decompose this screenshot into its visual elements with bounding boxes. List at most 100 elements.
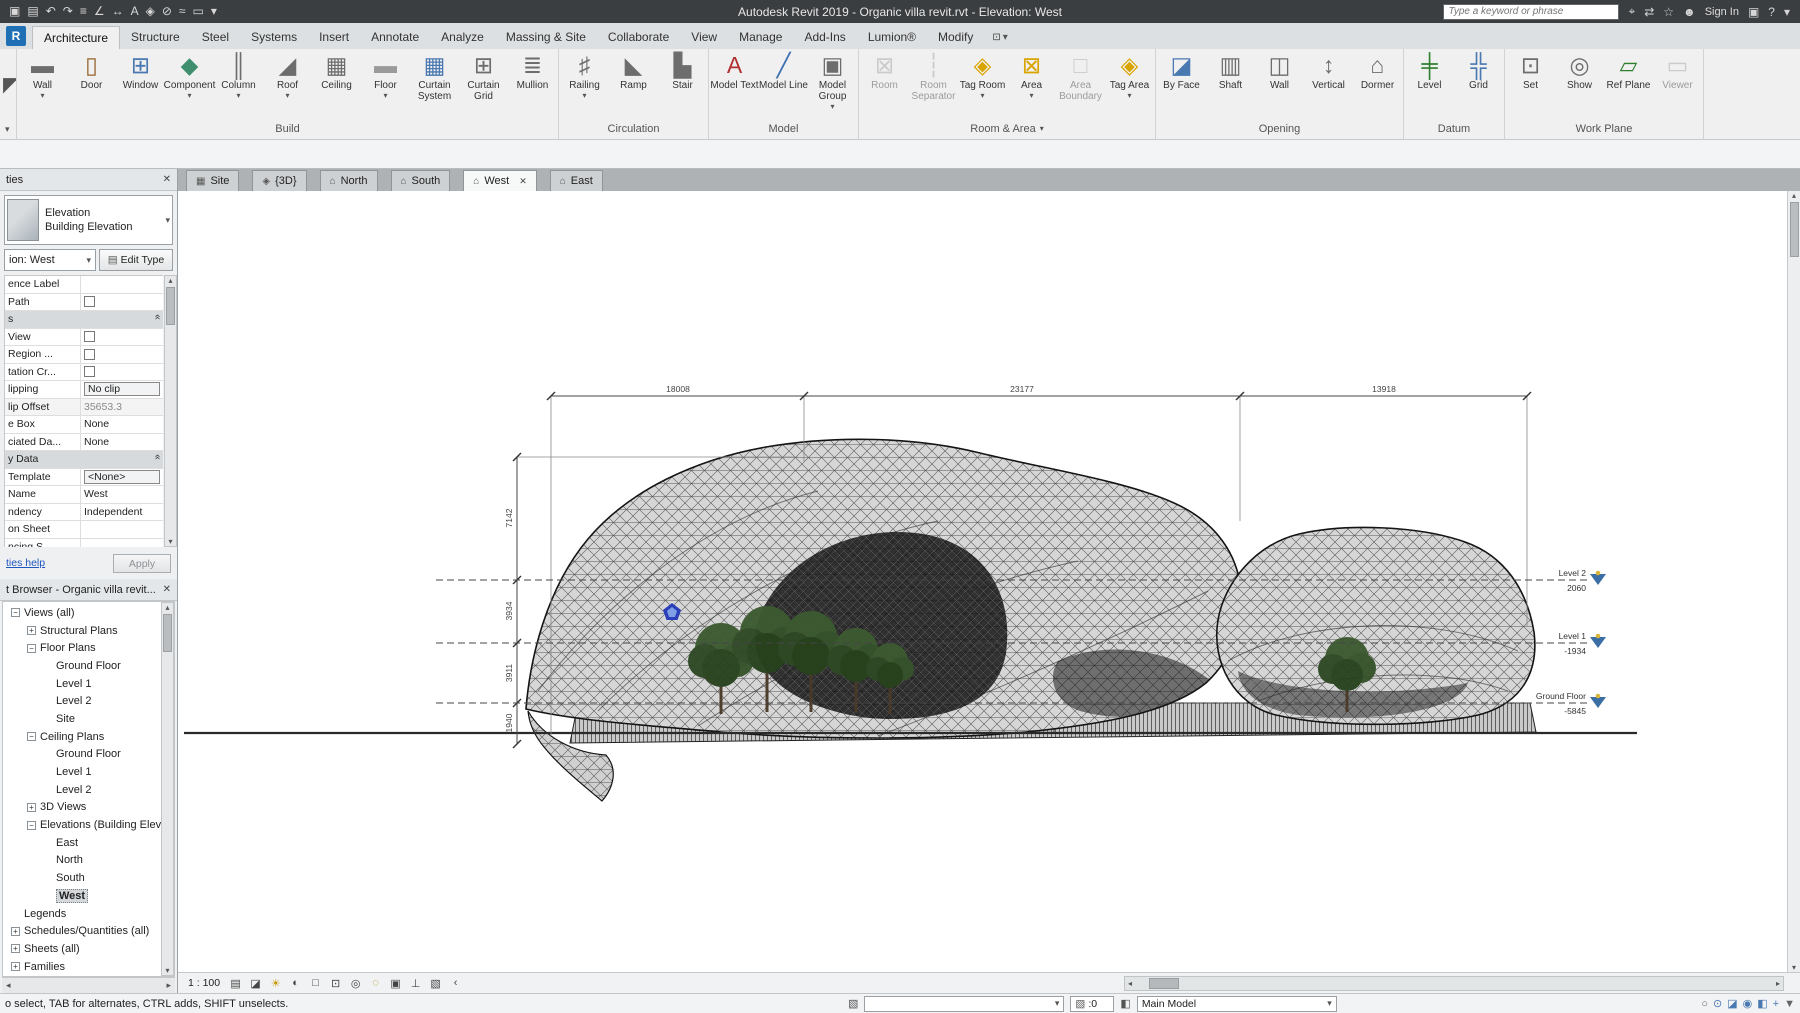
temporary-hide-isolate-icon[interactable]: ◎ bbox=[347, 975, 364, 991]
thin-lines-icon[interactable]: ≈ bbox=[179, 0, 186, 23]
model-group-button[interactable]: ▣ Model Group ▾ bbox=[808, 49, 857, 119]
active-workset-select[interactable]: ▾ bbox=[864, 995, 1065, 1012]
panel-label-opening[interactable]: Opening bbox=[1157, 119, 1402, 139]
scroll-right-icon[interactable]: ▸ bbox=[166, 980, 171, 991]
close-icon[interactable]: ✕ bbox=[519, 176, 527, 187]
exchange-apps-icon[interactable]: ▣ bbox=[1748, 5, 1759, 19]
level-elevation[interactable]: -5845 bbox=[1564, 706, 1586, 716]
dimension-text[interactable]: 3911 bbox=[504, 664, 514, 683]
level-button[interactable]: ╪ Level bbox=[1405, 49, 1454, 119]
tree-item-3d-views[interactable]: +3D Views bbox=[3, 799, 160, 817]
tree-item-east[interactable]: East bbox=[3, 834, 160, 852]
tag-area-button[interactable]: ◈ Tag Area ▾ bbox=[1105, 49, 1154, 119]
vertical-button[interactable]: ↕ Vertical bbox=[1304, 49, 1353, 119]
show-crop-region-icon[interactable]: ⊡ bbox=[327, 975, 344, 991]
ribbon-tab-massing-site[interactable]: Massing & Site bbox=[495, 26, 597, 49]
ribbon-tab-architecture[interactable]: Architecture bbox=[32, 26, 121, 49]
favorites-icon[interactable]: ☆ bbox=[1663, 5, 1674, 19]
select-by-face-icon[interactable]: ◧ bbox=[1757, 997, 1767, 1010]
drag-select-icon[interactable]: + bbox=[1773, 998, 1779, 1010]
tree-item-elevations-building-elevation[interactable]: − Elevations (Building Elevation bbox=[3, 816, 174, 834]
canvas-hscrollbar[interactable]: ◂ ▸ bbox=[1124, 975, 1784, 991]
scroll-down-icon[interactable]: ▾ bbox=[1792, 963, 1796, 972]
ribbon-tab-steel[interactable]: Steel bbox=[191, 26, 240, 49]
scrollbar-thumb[interactable] bbox=[163, 614, 172, 652]
drawing-canvas[interactable]: 18008 23177 13918 7142 3934 3911 1940 Le… bbox=[178, 191, 1800, 972]
close-icon[interactable]: ✕ bbox=[159, 584, 171, 595]
tree-item-families[interactable]: + Families bbox=[3, 958, 160, 976]
tree-item-legends[interactable]: Legends bbox=[3, 905, 160, 923]
panel-label-room-area[interactable]: Room & Area ▾ bbox=[860, 119, 1154, 139]
tree-item-ground-floor[interactable]: Ground Floor bbox=[3, 746, 160, 764]
tree-item-structural-plans[interactable]: + Structural Plans bbox=[3, 622, 160, 640]
area-button[interactable]: ⊠ Area ▾ bbox=[1007, 49, 1056, 119]
view-tab-north[interactable]: ⌂ North bbox=[319, 170, 378, 191]
scroll-left-icon[interactable]: ◂ bbox=[1125, 979, 1135, 988]
sign-in-label[interactable]: Sign In bbox=[1705, 6, 1739, 18]
temporary-view-properties-icon[interactable]: ▣ bbox=[387, 975, 404, 991]
tree-item-west[interactable]: West bbox=[3, 887, 160, 905]
panel-label-build[interactable]: Build bbox=[18, 119, 557, 139]
expand-minus-icon[interactable]: − bbox=[11, 608, 20, 618]
collapse-icon[interactable]: ‹ bbox=[447, 975, 464, 991]
modify-panel-sliver[interactable]: ◤ ▾ bbox=[0, 49, 17, 139]
help-search-box[interactable] bbox=[1443, 3, 1620, 20]
expand-plus-icon[interactable]: + bbox=[11, 944, 20, 954]
ribbon-tab-view[interactable]: View bbox=[680, 26, 728, 49]
text-icon[interactable]: A bbox=[131, 0, 139, 23]
scroll-left-icon[interactable]: ◂ bbox=[6, 980, 11, 991]
building-mesh-right[interactable] bbox=[1215, 526, 1536, 726]
curtain-grid-button[interactable]: ⊞ Curtain Grid bbox=[459, 49, 508, 119]
expand-plus-icon[interactable]: + bbox=[11, 926, 20, 936]
visual-style-icon[interactable]: ◪ bbox=[247, 975, 264, 991]
tree-item-south[interactable]: South bbox=[3, 869, 160, 887]
ribbon-tab-collaborate[interactable]: Collaborate bbox=[597, 26, 680, 49]
select-pinned-icon[interactable]: ◉ bbox=[1743, 997, 1753, 1010]
expand-plus-icon[interactable]: + bbox=[27, 802, 36, 812]
railing-button[interactable]: ♯ Railing ▾ bbox=[560, 49, 609, 119]
expand-plus-icon[interactable]: + bbox=[11, 962, 20, 972]
search-input[interactable] bbox=[1448, 6, 1615, 17]
view-tab-site[interactable]: ▦ Site bbox=[186, 170, 240, 191]
ribbon-tab-manage[interactable]: Manage bbox=[728, 26, 793, 49]
level-name[interactable]: Level 1 bbox=[1559, 631, 1587, 641]
window-button[interactable]: ⊞ Window bbox=[116, 49, 165, 119]
scrollbar-thumb[interactable] bbox=[166, 287, 175, 325]
property-section-y-data[interactable]: y Data « bbox=[5, 451, 163, 469]
property-value-button[interactable]: No clip bbox=[84, 382, 160, 397]
tree-item-floor-plans[interactable]: − Floor Plans bbox=[3, 639, 160, 657]
tree-item-level-2[interactable]: Level 2 bbox=[3, 692, 160, 710]
reveal-hidden-elements-icon[interactable]: ◌ bbox=[367, 975, 384, 991]
tree-item-sheets-all-[interactable]: + Sheets (all) bbox=[3, 940, 160, 958]
scrollbar-thumb[interactable] bbox=[1149, 977, 1180, 989]
search-icon[interactable]: ⌖ bbox=[1628, 4, 1635, 19]
ribbon-tab-systems[interactable]: Systems bbox=[240, 26, 308, 49]
shadows-icon[interactable]: ◐ bbox=[287, 975, 304, 991]
shaft-button[interactable]: ▥ Shaft bbox=[1206, 49, 1255, 119]
ceiling-button[interactable]: ▦ Ceiling bbox=[312, 49, 361, 119]
scroll-right-icon[interactable]: ▸ bbox=[1773, 979, 1783, 988]
wall-button[interactable]: ◫ Wall bbox=[1255, 49, 1304, 119]
save-icon[interactable]: ▣ bbox=[9, 0, 20, 23]
scroll-down-icon[interactable]: ▾ bbox=[168, 537, 172, 546]
tree-item-level-1[interactable]: Level 1 bbox=[3, 675, 160, 693]
stair-button[interactable]: ▙ Stair bbox=[658, 49, 707, 119]
ramp-button[interactable]: ◣ Ramp bbox=[609, 49, 658, 119]
editable-count-box[interactable]: ▧ :0 bbox=[1070, 995, 1115, 1012]
tree-item-ceiling-plans[interactable]: − Ceiling Plans bbox=[3, 728, 160, 746]
roof-button[interactable]: ◢ Roof ▾ bbox=[263, 49, 312, 119]
property-value[interactable]: West bbox=[84, 488, 108, 500]
default-3d-view-icon[interactable]: ◈ bbox=[146, 0, 155, 23]
floor-button[interactable]: ▬ Floor ▾ bbox=[361, 49, 410, 119]
checkbox[interactable] bbox=[84, 366, 95, 378]
panel-label-model[interactable]: Model bbox=[710, 119, 857, 139]
undo-icon[interactable]: ↶ bbox=[46, 0, 56, 23]
properties-palette-header[interactable]: ties ✕ bbox=[0, 169, 177, 191]
tree-item-views-all-[interactable]: − Views (all) bbox=[3, 604, 160, 622]
tree-item-schedules-quantities-all-[interactable]: + Schedules/Quantities (all) bbox=[3, 922, 160, 940]
properties-scrollbar[interactable]: ▴ ▾ bbox=[164, 275, 177, 547]
properties-help-link[interactable]: ties help bbox=[6, 557, 45, 569]
property-value[interactable]: None bbox=[84, 436, 109, 448]
dimension-text[interactable]: 13918 bbox=[1372, 384, 1396, 394]
level-elevation[interactable]: -1934 bbox=[1564, 646, 1586, 656]
